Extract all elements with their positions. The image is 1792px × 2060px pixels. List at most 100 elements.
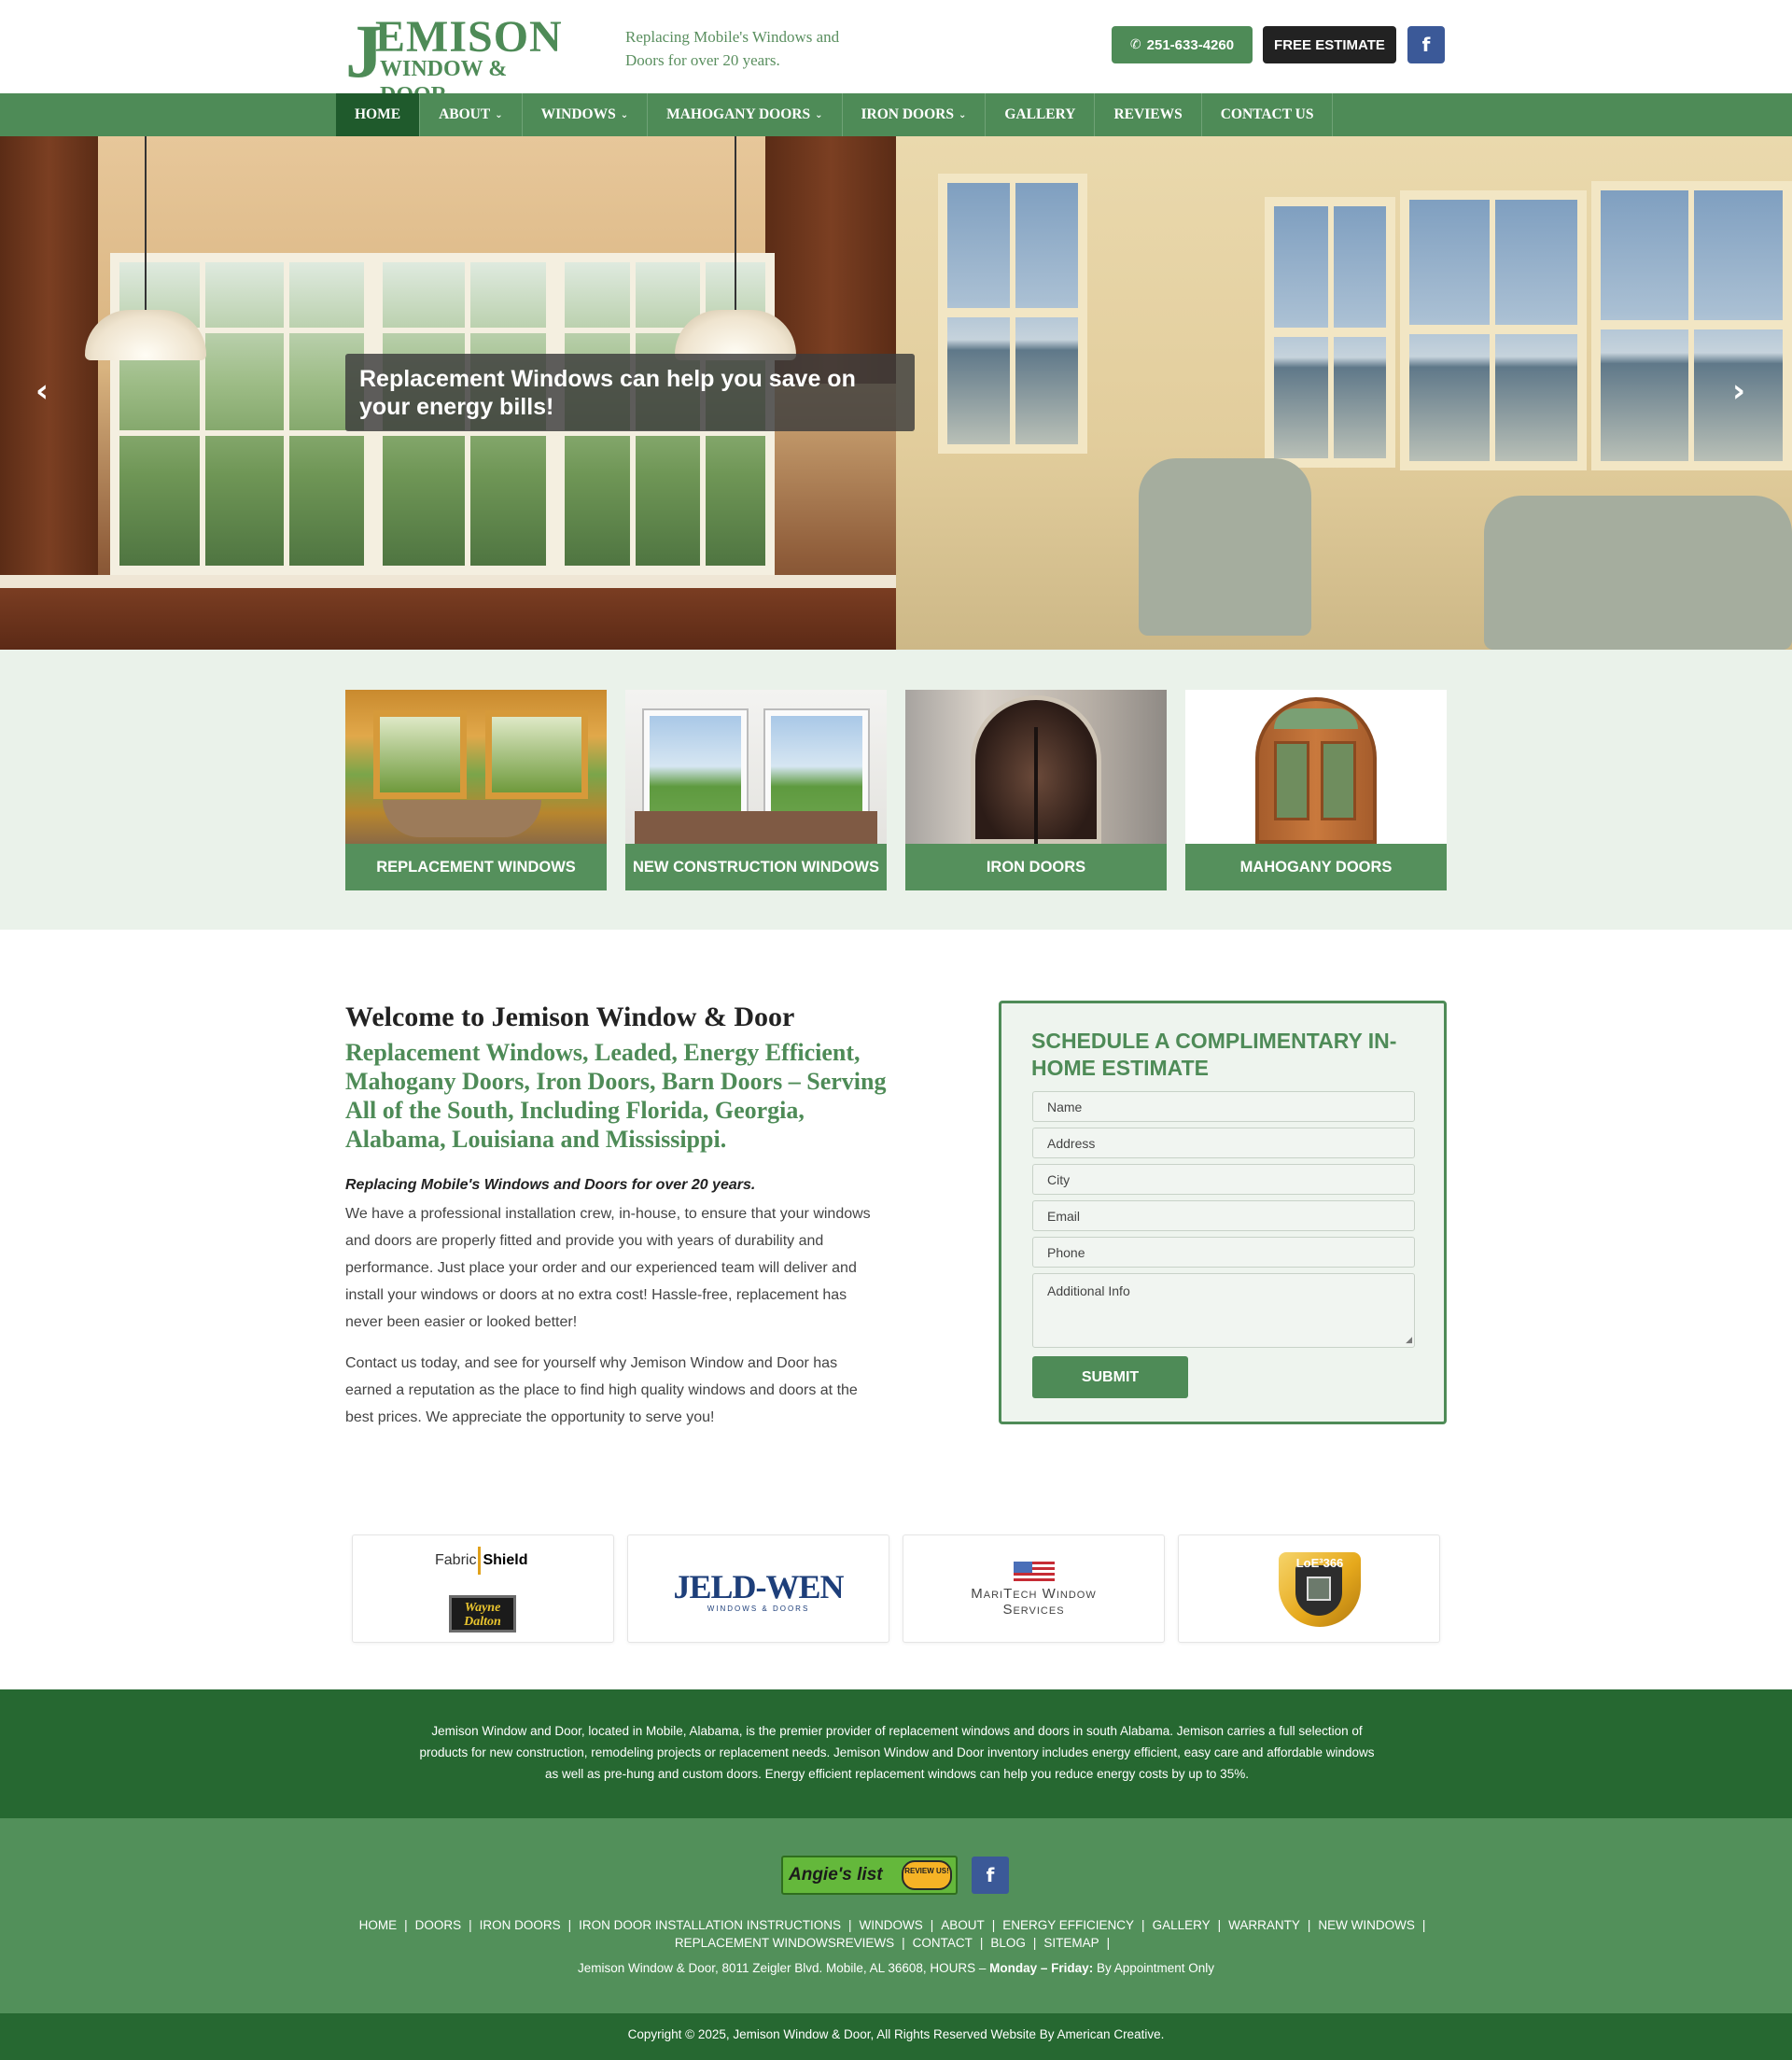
kitchen-counter (0, 575, 896, 650)
tile-label: REPLACEMENT WINDOWS (345, 844, 607, 890)
footer-about-section: Jemison Window and Door, located in Mobi… (0, 1689, 1792, 1818)
footer-link-separator: | (1032, 1936, 1037, 1950)
jeld-wen-subtitle: WINDOWS & DOORS (707, 1605, 810, 1613)
partner-jeld-wen[interactable]: JELD-WEN WINDOWS & DOORS (627, 1534, 889, 1643)
slider-prev-icon[interactable]: ‹ (35, 372, 49, 410)
hero-caption: Replacement Windows can help you save on… (345, 354, 915, 431)
submit-button[interactable]: SUBMIT (1032, 1356, 1188, 1398)
nav-item-home[interactable]: HOME (336, 93, 421, 136)
living-window-2 (1265, 197, 1395, 468)
armchair-left (1139, 458, 1311, 636)
armchair-right (1484, 496, 1792, 650)
nav-item-label: REVIEWS (1113, 106, 1183, 122)
partner-fabric-shield-wayne-dalton[interactable]: Fabric Shield Wayne Dalton (352, 1534, 614, 1643)
tile-label: IRON DOORS (905, 844, 1167, 890)
welcome-paragraph-1: We have a professional installation crew… (345, 1206, 871, 1330)
footer-link-gallery[interactable]: GALLERY (1153, 1918, 1211, 1932)
footer-address: Jemison Window & Door, 8011 Zeigler Blvd… (577, 1961, 1215, 1975)
welcome-section: Welcome to Jemison Window & Door Replace… (345, 999, 887, 1431)
phone-button[interactable]: ✆ 251-633-4260 (1112, 26, 1253, 63)
name-field[interactable]: Name (1032, 1091, 1415, 1122)
tile-new-construction-windows[interactable]: NEW CONSTRUCTION WINDOWS (625, 690, 887, 890)
nav-menu: HOME ABOUT ⌄ WINDOWS ⌄ MAHOGANY DOORS ⌄ IRON DO… (336, 93, 1334, 136)
footer-link-separator: | (847, 1918, 852, 1932)
facebook-icon[interactable]: f (1407, 26, 1445, 63)
footer-link-separator: | (469, 1918, 472, 1932)
copyright-bar: Copyright © 2025, Jemison Window & Door,… (0, 2013, 1792, 2060)
angies-list-logo: Angie's list (789, 1865, 883, 1885)
footer-about-text: Jemison Window and Door, located in Mobi… (419, 1724, 1375, 1781)
footer-link-warranty[interactable]: WARRANTY (1228, 1918, 1300, 1932)
nav-item-label: HOME (355, 106, 401, 122)
footer-links-section: Angie's list REVIEW US! f HOME | DOORS | IRO… (0, 1818, 1792, 2013)
partner-maritech[interactable]: MariTech Window Services (903, 1534, 1165, 1643)
footer-link-iron-door-installation-instructions[interactable]: IRON DOOR INSTALLATION INSTRUCTIONS (579, 1918, 841, 1932)
phone-icon: ✆ (1129, 37, 1141, 52)
footer-link-doors[interactable]: DOORS (415, 1918, 462, 1932)
phone-number: 251-633-4260 (1146, 36, 1235, 53)
footer-link-sitemap[interactable]: SITEMAP (1043, 1936, 1099, 1950)
phone-field[interactable]: Phone (1032, 1237, 1415, 1268)
tile-iron-doors[interactable]: IRON DOORS (905, 690, 1167, 890)
footer-link-separator: | (1421, 1918, 1426, 1932)
address-field[interactable]: Address (1032, 1128, 1415, 1158)
services-section: REPLACEMENT WINDOWS NEW CONSTRUCTION WIN… (0, 650, 1792, 930)
footer-link-blog[interactable]: BLOG (990, 1936, 1026, 1950)
footer-link-contact[interactable]: CONTACT (913, 1936, 973, 1950)
facebook-icon[interactable]: f (972, 1857, 1009, 1894)
nav-item-about[interactable]: ABOUT ⌄ (420, 93, 523, 136)
chevron-down-icon: ⌄ (958, 109, 967, 120)
nav-item-label: MAHOGANY DOORS (666, 106, 811, 122)
tile-label: MAHOGANY DOORS (1185, 844, 1447, 890)
header-tagline: Replacing Mobile's Windows and Doors for… (625, 28, 840, 69)
jeld-wen-logo: JELD-WEN (673, 1568, 844, 1605)
footer-nav: HOME | DOORS | IRON DOORS | IRON DOOR INSTALLA… (355, 1916, 1437, 1952)
additional-info-field[interactable]: Additional Info ◢ (1032, 1273, 1415, 1348)
footer-link-windows[interactable]: WINDOWS (859, 1918, 922, 1932)
nav-item-contact-us[interactable]: CONTACT US (1202, 93, 1334, 136)
slider-next-icon[interactable]: › (1732, 372, 1745, 410)
us-flag-icon (1014, 1562, 1055, 1582)
footer-link-energy-efficiency[interactable]: ENERGY EFFICIENCY (1002, 1918, 1134, 1932)
nav-item-label: GALLERY (1004, 106, 1076, 122)
copyright-text: Copyright © 2025, Jemison Window & Door,… (627, 2027, 1165, 2041)
footer-link-new-windows[interactable]: NEW WINDOWS (1318, 1918, 1415, 1932)
nav-item-reviews[interactable]: REVIEWS (1095, 93, 1202, 136)
replacement-windows-image (345, 690, 607, 844)
main-nav: HOME ABOUT ⌄ WINDOWS ⌄ MAHOGANY DOORS ⌄ IRON DO… (0, 93, 1792, 136)
maritech-logo: MariTech Window Services (971, 1586, 1097, 1618)
nav-item-windows[interactable]: WINDOWS ⌄ (523, 93, 649, 136)
nav-item-mahogany-doors[interactable]: MAHOGANY DOORS ⌄ (648, 93, 843, 136)
footer-link-separator: | (567, 1918, 572, 1932)
footer-link-iron-doors[interactable]: IRON DOORS (480, 1918, 561, 1932)
footer-link-home[interactable]: HOME (359, 1918, 398, 1932)
cabinet-left (0, 136, 98, 603)
new-construction-windows-image (625, 690, 887, 844)
footer-link-separator: | (902, 1936, 905, 1950)
footer-link-about[interactable]: ABOUT (941, 1918, 985, 1932)
footer-link-separator: | (991, 1918, 996, 1932)
nav-item-label: ABOUT (439, 106, 491, 122)
hours-days: Monday – Friday: (989, 1961, 1094, 1975)
tile-label: NEW CONSTRUCTION WINDOWS (625, 844, 887, 890)
chevron-down-icon: ⌄ (620, 109, 629, 120)
angies-list-badge[interactable]: Angie's list REVIEW US! (781, 1856, 958, 1895)
welcome-paragraph-2: Contact us today, and see for yourself w… (345, 1355, 858, 1425)
free-estimate-button[interactable]: FREE ESTIMATE (1263, 26, 1396, 63)
footer-link-replacement-windows[interactable]: REPLACEMENT WINDOWS (675, 1936, 836, 1950)
tile-replacement-windows[interactable]: REPLACEMENT WINDOWS (345, 690, 607, 890)
nav-item-iron-doors[interactable]: IRON DOORS ⌄ (843, 93, 987, 136)
footer-link-separator: | (1307, 1918, 1311, 1932)
footer-link-reviews[interactable]: REVIEWS (836, 1936, 894, 1950)
tile-mahogany-doors[interactable]: MAHOGANY DOORS (1185, 690, 1447, 890)
partner-lowe-366[interactable]: LoE³366 (1178, 1534, 1440, 1643)
footer-link-separator: | (1141, 1918, 1145, 1932)
logo-name: EMISON (375, 12, 563, 62)
living-window-3 (1400, 190, 1587, 470)
site-logo[interactable]: J EMISON WINDOW & DOOR (345, 13, 562, 108)
email-field[interactable]: Email (1032, 1200, 1415, 1231)
mahogany-doors-image (1185, 690, 1447, 844)
city-field[interactable]: City (1032, 1164, 1415, 1195)
resize-handle-icon[interactable]: ◢ (1406, 1336, 1412, 1345)
nav-item-gallery[interactable]: GALLERY (986, 93, 1096, 136)
